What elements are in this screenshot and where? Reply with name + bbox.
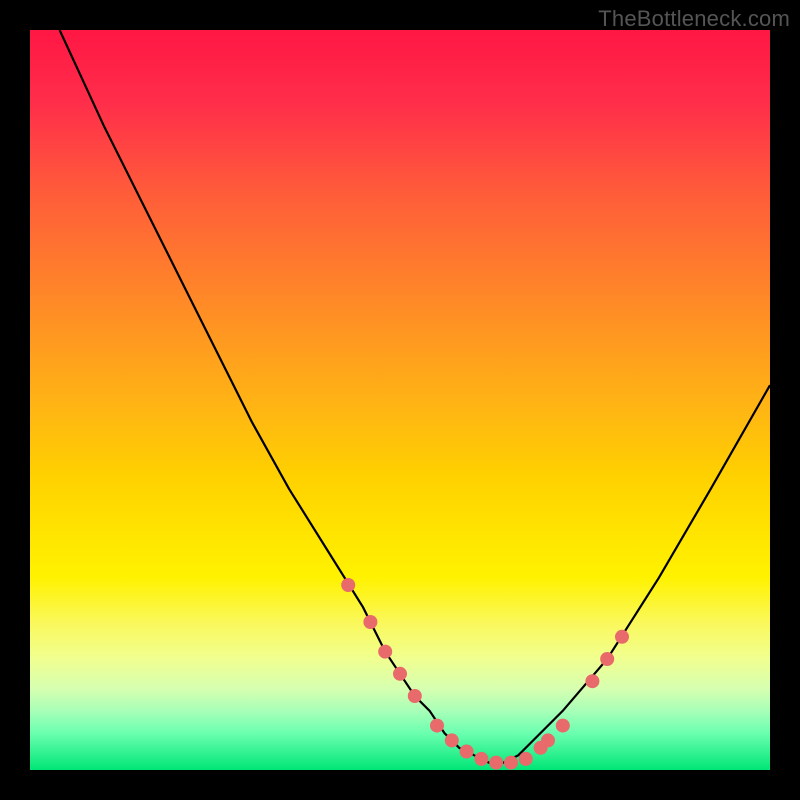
highlight-dot xyxy=(519,752,533,766)
highlighted-dots-group xyxy=(341,578,629,770)
highlight-dot xyxy=(445,733,459,747)
highlight-dot xyxy=(541,733,555,747)
plot-area xyxy=(30,30,770,770)
highlight-dot xyxy=(363,615,377,629)
highlight-dot xyxy=(474,752,488,766)
chart-svg xyxy=(30,30,770,770)
highlight-dot xyxy=(430,719,444,733)
chart-frame: TheBottleneck.com xyxy=(0,0,800,800)
highlight-dot xyxy=(489,756,503,770)
highlight-dot xyxy=(504,756,518,770)
highlight-dot xyxy=(341,578,355,592)
highlight-dot xyxy=(615,630,629,644)
highlight-dot xyxy=(393,667,407,681)
highlight-dot xyxy=(600,652,614,666)
highlight-dot xyxy=(585,674,599,688)
highlight-dot xyxy=(460,745,474,759)
highlight-dot xyxy=(408,689,422,703)
watermark-text: TheBottleneck.com xyxy=(598,6,790,32)
highlight-dot xyxy=(556,719,570,733)
bottleneck-curve xyxy=(60,30,770,763)
highlight-dot xyxy=(378,645,392,659)
